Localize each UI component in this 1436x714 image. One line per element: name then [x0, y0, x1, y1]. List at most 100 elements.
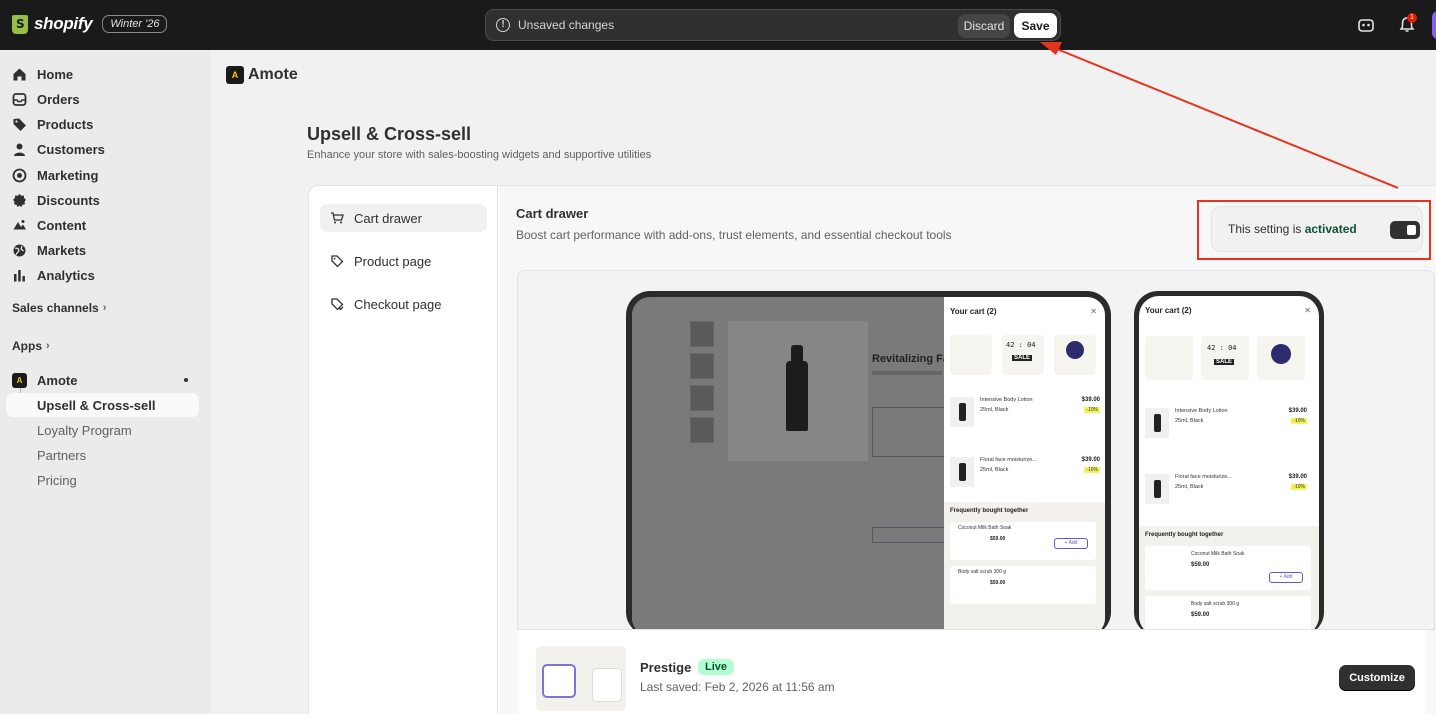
cart-item-variant: 25ml, Black — [1175, 484, 1204, 490]
fbt-card: Coconut Milk Bath Soak $59.00 + Add — [1145, 546, 1311, 590]
sidebar-item-home[interactable]: Home — [12, 63, 73, 85]
tab-product-page[interactable]: Product page — [320, 247, 487, 275]
cart-item-name: Floral face moisturize... — [1175, 474, 1232, 480]
sidebar-item-marketing[interactable]: Marketing — [12, 164, 98, 186]
theme-name: Prestige — [640, 660, 692, 675]
settings-card: Cart drawer Product page Checkout page C… — [308, 185, 1436, 714]
amote-logo-icon: A — [12, 372, 27, 388]
cart-item-price: $39.00 — [1081, 457, 1100, 463]
reward-tile — [1145, 336, 1193, 380]
sidebar-item-analytics[interactable]: Analytics — [12, 264, 95, 286]
sidebar-item-customers[interactable]: Customers — [12, 138, 105, 160]
save-button[interactable]: Save — [1014, 13, 1057, 38]
content-icon — [13, 219, 26, 229]
sale-badge: SALE — [1012, 355, 1033, 361]
cart-item-discount: -10% — [1084, 467, 1100, 473]
info-icon: ! — [496, 18, 510, 32]
fbt-card: Coconut Milk Bath Soak $59.00 + Add — [950, 522, 1096, 560]
page-title: Upsell & Cross-sell — [307, 124, 472, 144]
apps-label: Apps — [12, 339, 42, 353]
cart-item: Floral face moisturize... 25ml, Black $3… — [950, 453, 1100, 503]
checkout-icon — [331, 298, 344, 311]
mobile-mockup: Your cart (2) ✕ 42 : 04 SALE Intensive B… — [1134, 291, 1324, 629]
sales-channels-label: Sales channels — [12, 301, 99, 315]
fbt-item-name: Coconut Milk Bath Soak — [958, 525, 1012, 531]
sidebar-sales-channels[interactable]: Sales channels › — [12, 301, 106, 315]
app-title: Amote — [248, 66, 298, 83]
thumbnail — [690, 353, 714, 379]
section-title: Cart drawer — [516, 206, 589, 221]
sidebar-item-label: Orders — [37, 91, 80, 107]
shopify-logo[interactable]: shopify Winter '26 — [12, 14, 168, 34]
desktop-mockup: Revitalizing Fac Your cart (2) ✕ 42 : 04… — [626, 291, 1111, 629]
cart-item-image — [1145, 408, 1169, 438]
avatar[interactable] — [1432, 11, 1436, 39]
unsaved-changes-bar: ! Unsaved changes Discard Save — [485, 9, 1061, 41]
timer-tile — [542, 664, 576, 698]
store-icon[interactable] — [1357, 16, 1375, 34]
product-title: Revitalizing Fac — [872, 353, 956, 365]
cart-item-price: $39.00 — [1288, 408, 1307, 414]
sidebar-item-label: Analytics — [37, 267, 95, 283]
annotation-highlight-box — [1197, 200, 1431, 260]
timer-text: 42 : 04 — [1207, 344, 1237, 352]
secure-checkout-tile — [1054, 335, 1096, 375]
sidebar-item-products[interactable]: Products — [12, 113, 93, 135]
cart-item-image — [950, 397, 974, 427]
target-icon — [12, 168, 27, 182]
tab-label: Cart drawer — [354, 210, 422, 226]
product-tag-icon — [331, 255, 344, 268]
page-subtitle: Enhance your store with sales-boosting w… — [307, 149, 652, 161]
cart-item-variant: 25ml, Black — [980, 467, 1009, 473]
discount-icon — [13, 193, 26, 207]
close-icon: ✕ — [1090, 307, 1097, 316]
tab-label: Checkout page — [354, 296, 442, 312]
sidebar-subitem-loyalty[interactable]: Loyalty Program — [37, 423, 132, 438]
timer-tile: 42 : 04 SALE — [1002, 335, 1044, 375]
thumbnail — [690, 321, 714, 347]
cart-drawer-panel: Cart drawer Boost cart performance with … — [499, 186, 1436, 714]
badge-icon — [1066, 341, 1084, 359]
cart-item: Floral face moisturize... 25ml, Black $3… — [1145, 470, 1307, 520]
live-badge: Live — [698, 659, 735, 675]
cart-item-image — [1145, 474, 1169, 504]
orders-icon — [12, 92, 27, 106]
tag-icon — [13, 118, 26, 131]
desktop-screen: Revitalizing Fac Your cart (2) ✕ 42 : 04… — [632, 297, 1105, 629]
shopify-bag-icon — [12, 14, 28, 34]
badge-icon — [1271, 344, 1291, 364]
product-text-lines — [872, 371, 942, 375]
fbt-title: Frequently bought together — [950, 508, 1029, 514]
tab-checkout-page[interactable]: Checkout page — [320, 290, 487, 318]
sidebar-subitem-upsell[interactable]: Upsell & Cross-sell — [6, 393, 199, 417]
globe-icon — [13, 244, 26, 256]
sidebar-item-content[interactable]: Content — [12, 214, 86, 236]
fbt-card: Body salt scrub 300 g $59.00 — [1145, 596, 1311, 629]
customize-button[interactable]: Customize — [1339, 665, 1415, 691]
close-icon: ✕ — [1304, 306, 1311, 315]
product-tile — [592, 668, 622, 702]
sidebar-item-discounts[interactable]: Discounts — [12, 189, 100, 211]
sidebar-item-orders[interactable]: Orders — [12, 88, 80, 110]
fbt-item-price: $59.00 — [990, 536, 1006, 542]
brand-name: shopify — [34, 14, 93, 33]
fbt-card: Body salt scrub 300 g $59.00 — [950, 566, 1096, 604]
sidebar-subitem-label: Upsell & Cross-sell — [37, 398, 156, 413]
sidebar-subitem-partners[interactable]: Partners — [37, 448, 86, 463]
sidebar-apps[interactable]: Apps › — [12, 339, 50, 353]
cart-item-discount: -10% — [1291, 484, 1307, 490]
timer-tile: 42 : 04 SALE — [1201, 336, 1249, 380]
tab-cart-drawer[interactable]: Cart drawer — [320, 204, 487, 232]
discard-button[interactable]: Discard — [958, 14, 1010, 38]
add-to-cart-preview — [872, 527, 952, 543]
sidebar-item-label: Discounts — [37, 192, 100, 208]
cart-item-variant: 25ml, Black — [1175, 418, 1204, 424]
theme-thumbnail — [536, 646, 626, 711]
chevron-right-icon: › — [46, 340, 50, 352]
sidebar: Home Orders Products Customers Marketing… — [0, 50, 210, 714]
sidebar-item-label: Home — [37, 66, 74, 82]
app-header: A Amote — [226, 66, 298, 84]
fbt-item-price: $59.00 — [1191, 612, 1210, 618]
sidebar-item-markets[interactable]: Markets — [12, 239, 86, 261]
sidebar-subitem-pricing[interactable]: Pricing — [37, 473, 77, 488]
